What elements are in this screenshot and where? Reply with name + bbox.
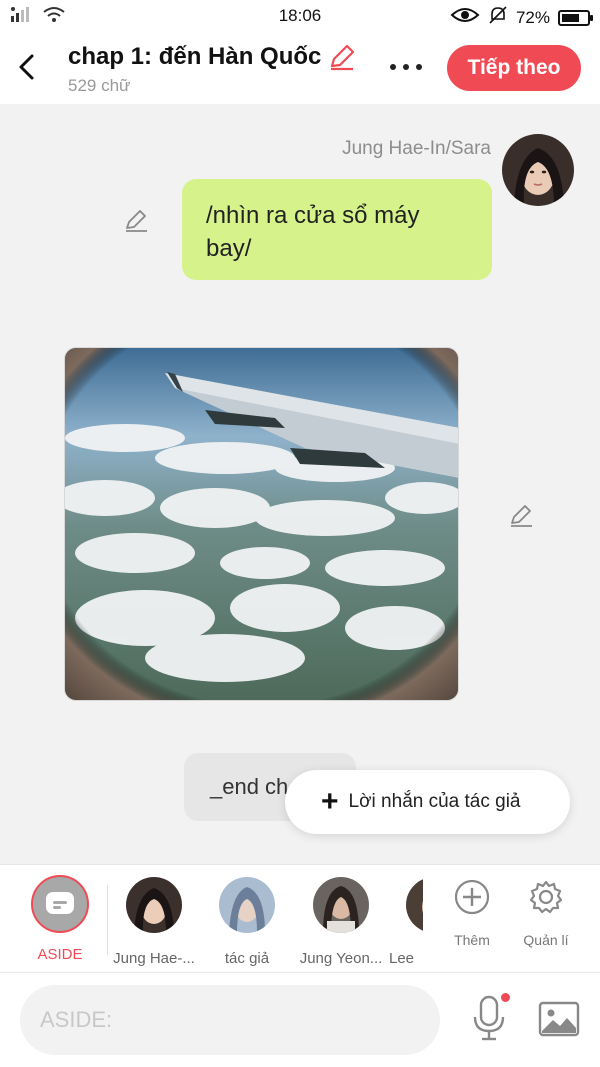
avatar [126,877,182,933]
airplane-window-image[interactable] [64,347,459,701]
back-button[interactable] [14,52,40,82]
add-character-button[interactable]: Thêm [437,879,507,948]
status-bar: 18:06 72% [0,0,600,32]
aside-avatar [31,875,89,933]
manage-label: Quản lí [523,932,569,948]
eye-icon [450,6,480,29]
chapter-title: chap 1: đến Hàn Quốc [68,43,322,70]
character-label: Jung Hae-... [113,950,195,967]
gear-icon [529,880,563,914]
notification-dot [501,993,510,1002]
chapter-header: chap 1: đến Hàn Quốc 529 chữ Tiếp theo [0,32,600,104]
manage-characters-button[interactable]: Quản lí [511,879,581,948]
image-icon [538,1001,580,1037]
message-bubble[interactable]: /nhìn ra cửa sổ máy bay/ [182,179,492,280]
pencil-icon[interactable] [327,42,357,72]
avatar [406,877,423,933]
word-count: 529 chữ [68,76,131,95]
character-label: Jung Yeon... [299,950,383,967]
author-note-popup[interactable]: + Lời nhắn của tác giả [285,770,570,834]
chapter-title-row[interactable]: chap 1: đến Hàn Quốc [68,42,357,72]
mute-bell-icon [488,5,508,30]
character-bar: ASIDE Jung Hae-... tác giả Jung Yeon... … [0,864,600,972]
author-note-label: Lời nhắn của tác giả [348,791,521,812]
character-lee[interactable]: Lee [389,877,423,967]
character-tac-gia[interactable]: tác giả [202,877,292,967]
avatar [313,877,369,933]
microphone-button[interactable] [470,993,510,1043]
aside-character[interactable]: ASIDE [30,875,90,963]
character-jung-hae-in[interactable]: Jung Hae-... [109,877,199,967]
message-input[interactable] [20,985,440,1055]
character-label: Lee [389,950,415,967]
add-label: Thêm [454,932,490,948]
more-dots-icon [390,64,422,70]
plus-circle-icon [454,879,490,915]
next-button[interactable]: Tiếp theo [447,45,581,91]
aside-label: ASIDE [37,946,83,963]
divider [107,885,108,955]
battery-icon [558,9,593,26]
image-button[interactable] [538,1001,580,1037]
sender-name: Jung Hae-In/Sara [342,138,491,159]
edit-message-icon[interactable] [123,208,149,234]
more-button[interactable] [386,52,426,82]
plus-icon: + [321,785,339,818]
sender-avatar[interactable] [502,134,574,206]
chevron-left-icon [19,54,34,80]
chat-bubble-icon [46,892,74,914]
battery-percent: 72% [515,7,550,27]
composer-bar [0,972,600,1067]
avatar [219,877,275,933]
edit-image-icon[interactable] [508,503,534,529]
character-label: tác giả [224,950,270,967]
character-jung-yeon[interactable]: Jung Yeon... [296,877,386,967]
